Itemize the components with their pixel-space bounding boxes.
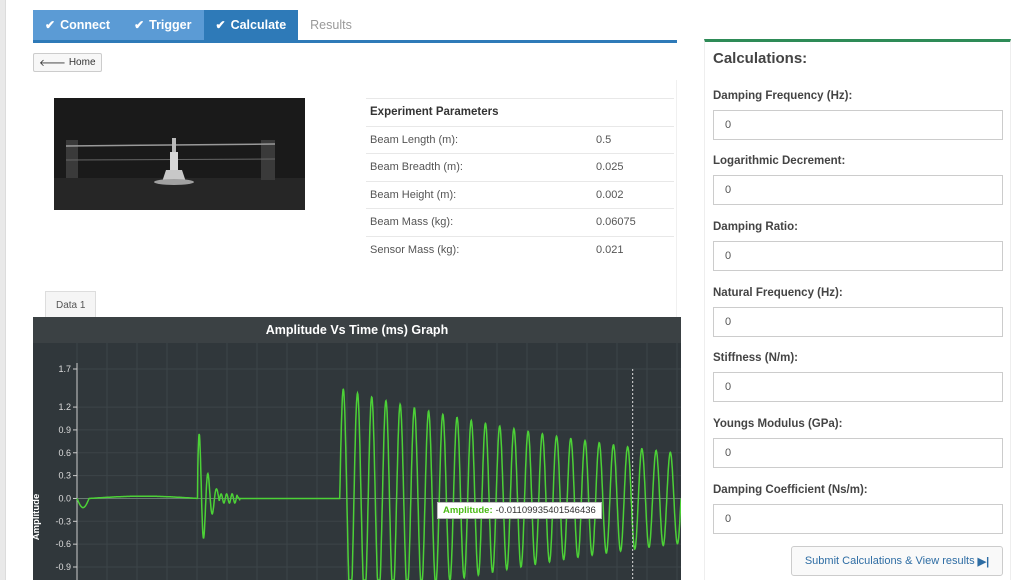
damping-frequency-input[interactable]: 0 bbox=[713, 110, 1003, 140]
y-tick-label: 1.2 bbox=[58, 402, 71, 412]
submit-calculations-button[interactable]: Submit Calculations & View results ▶| bbox=[791, 546, 1003, 576]
stiffness-input[interactable]: 0 bbox=[713, 372, 1003, 402]
parameters-heading: Experiment Parameters bbox=[366, 98, 674, 126]
step-results[interactable]: Results bbox=[298, 10, 364, 40]
y-tick-label: 0.3 bbox=[58, 471, 71, 481]
param-label: Beam Height (m): bbox=[370, 188, 457, 201]
y-tick-label: 1.7 bbox=[58, 364, 71, 374]
damping-coefficient-label: Damping Coefficient (Ns/m): bbox=[713, 484, 868, 496]
step-label: Connect bbox=[60, 18, 111, 32]
param-label: Beam Length (m): bbox=[370, 133, 459, 146]
stiffness-label: Stiffness (N/m): bbox=[713, 352, 798, 364]
param-value: 0.06075 bbox=[596, 216, 636, 229]
damping-coefficient-input[interactable]: 0 bbox=[713, 504, 1003, 534]
param-label: Sensor Mass (kg): bbox=[370, 243, 460, 256]
table-row: Beam Height (m): 0.002 bbox=[366, 180, 674, 209]
experiment-parameters-table: Experiment Parameters Beam Length (m): 0… bbox=[366, 98, 674, 263]
steps-underline bbox=[33, 40, 677, 43]
chart-canvas: 1.7 1.2 0.9 0.6 0.3 0.0 -0.3 -0.6 -0.9 Amplitude bbox=[33, 343, 681, 580]
tooltip-value: -0.0110993540154643​6 bbox=[495, 505, 596, 516]
tooltip-key: Amplitude: bbox=[443, 505, 493, 516]
step-forward-icon: ▶| bbox=[977, 555, 990, 568]
arrow-left-icon: 🡐 bbox=[39, 57, 66, 69]
step-label: Results bbox=[310, 18, 352, 32]
y-axis-label: Amplitude bbox=[33, 494, 42, 540]
damping-ratio-input[interactable]: 0 bbox=[713, 241, 1003, 271]
param-value: 0.021 bbox=[596, 243, 624, 256]
param-label: Beam Mass (kg): bbox=[370, 216, 454, 229]
natural-frequency-input[interactable]: 0 bbox=[713, 307, 1003, 337]
table-row: Beam Mass (kg): 0.06075 bbox=[366, 208, 674, 236]
y-tick-label: -0.3 bbox=[55, 516, 71, 526]
table-row: Sensor Mass (kg): 0.021 bbox=[366, 235, 674, 264]
param-value: 0.5 bbox=[596, 133, 612, 146]
step-trigger[interactable]: ✔ Trigger bbox=[122, 10, 204, 40]
logarithmic-decrement-input[interactable]: 0 bbox=[713, 175, 1003, 205]
y-tick-label: -0.9 bbox=[55, 562, 71, 572]
parameters-heading-text: Experiment Parameters bbox=[370, 106, 499, 119]
y-tick-label: -0.6 bbox=[55, 539, 71, 549]
param-value: 0.025 bbox=[596, 161, 624, 174]
y-tick-label: 0.0 bbox=[58, 493, 71, 503]
table-row: Beam Breadth (m): 0.025 bbox=[366, 153, 674, 181]
tab-data-1[interactable]: Data 1 bbox=[45, 291, 97, 318]
step-connect[interactable]: ✔ Connect bbox=[33, 10, 123, 40]
calculations-title: Calculations: bbox=[713, 50, 808, 67]
wizard-steps: ✔ Connect ✔ Trigger ✔ Calculate Results bbox=[33, 10, 364, 40]
check-icon: ✔ bbox=[215, 18, 226, 32]
param-label: Beam Breadth (m): bbox=[370, 161, 463, 174]
youngs-modulus-label: Youngs Modulus (GPa): bbox=[713, 418, 843, 430]
table-row: Beam Length (m): 0.5 bbox=[366, 125, 674, 154]
natural-frequency-label: Natural Frequency (Hz): bbox=[713, 287, 843, 299]
check-icon: ✔ bbox=[45, 18, 56, 32]
home-label: Home bbox=[68, 57, 96, 68]
y-tick-label: 0.9 bbox=[58, 425, 71, 435]
step-calculate[interactable]: ✔ Calculate bbox=[203, 10, 299, 40]
y-tick-label: 0.6 bbox=[58, 448, 71, 458]
damping-ratio-label: Damping Ratio: bbox=[713, 221, 798, 233]
beam-photo bbox=[54, 98, 305, 210]
logarithmic-decrement-label: Logarithmic Decrement: bbox=[713, 155, 846, 167]
check-icon: ✔ bbox=[134, 18, 145, 32]
submit-label: Submit Calculations & View results bbox=[804, 555, 975, 567]
step-label: Trigger bbox=[149, 18, 192, 32]
step-label: Calculate bbox=[230, 18, 287, 32]
amplitude-tooltip: Amplitude: -0.0110993540154643​6 bbox=[437, 502, 602, 519]
amplitude-series-line bbox=[76, 388, 681, 580]
damping-frequency-label: Damping Frequency (Hz): bbox=[713, 90, 853, 102]
tab-label: Data 1 bbox=[56, 299, 86, 311]
youngs-modulus-input[interactable]: 0 bbox=[713, 438, 1003, 468]
home-button[interactable]: 🡐 Home bbox=[33, 53, 102, 72]
page-left-edge bbox=[0, 0, 6, 580]
amplitude-graph[interactable]: Amplitude Vs Time (ms) Graph 1.7 1.2 0.9 0.… bbox=[33, 317, 681, 580]
param-value: 0.002 bbox=[596, 188, 624, 201]
